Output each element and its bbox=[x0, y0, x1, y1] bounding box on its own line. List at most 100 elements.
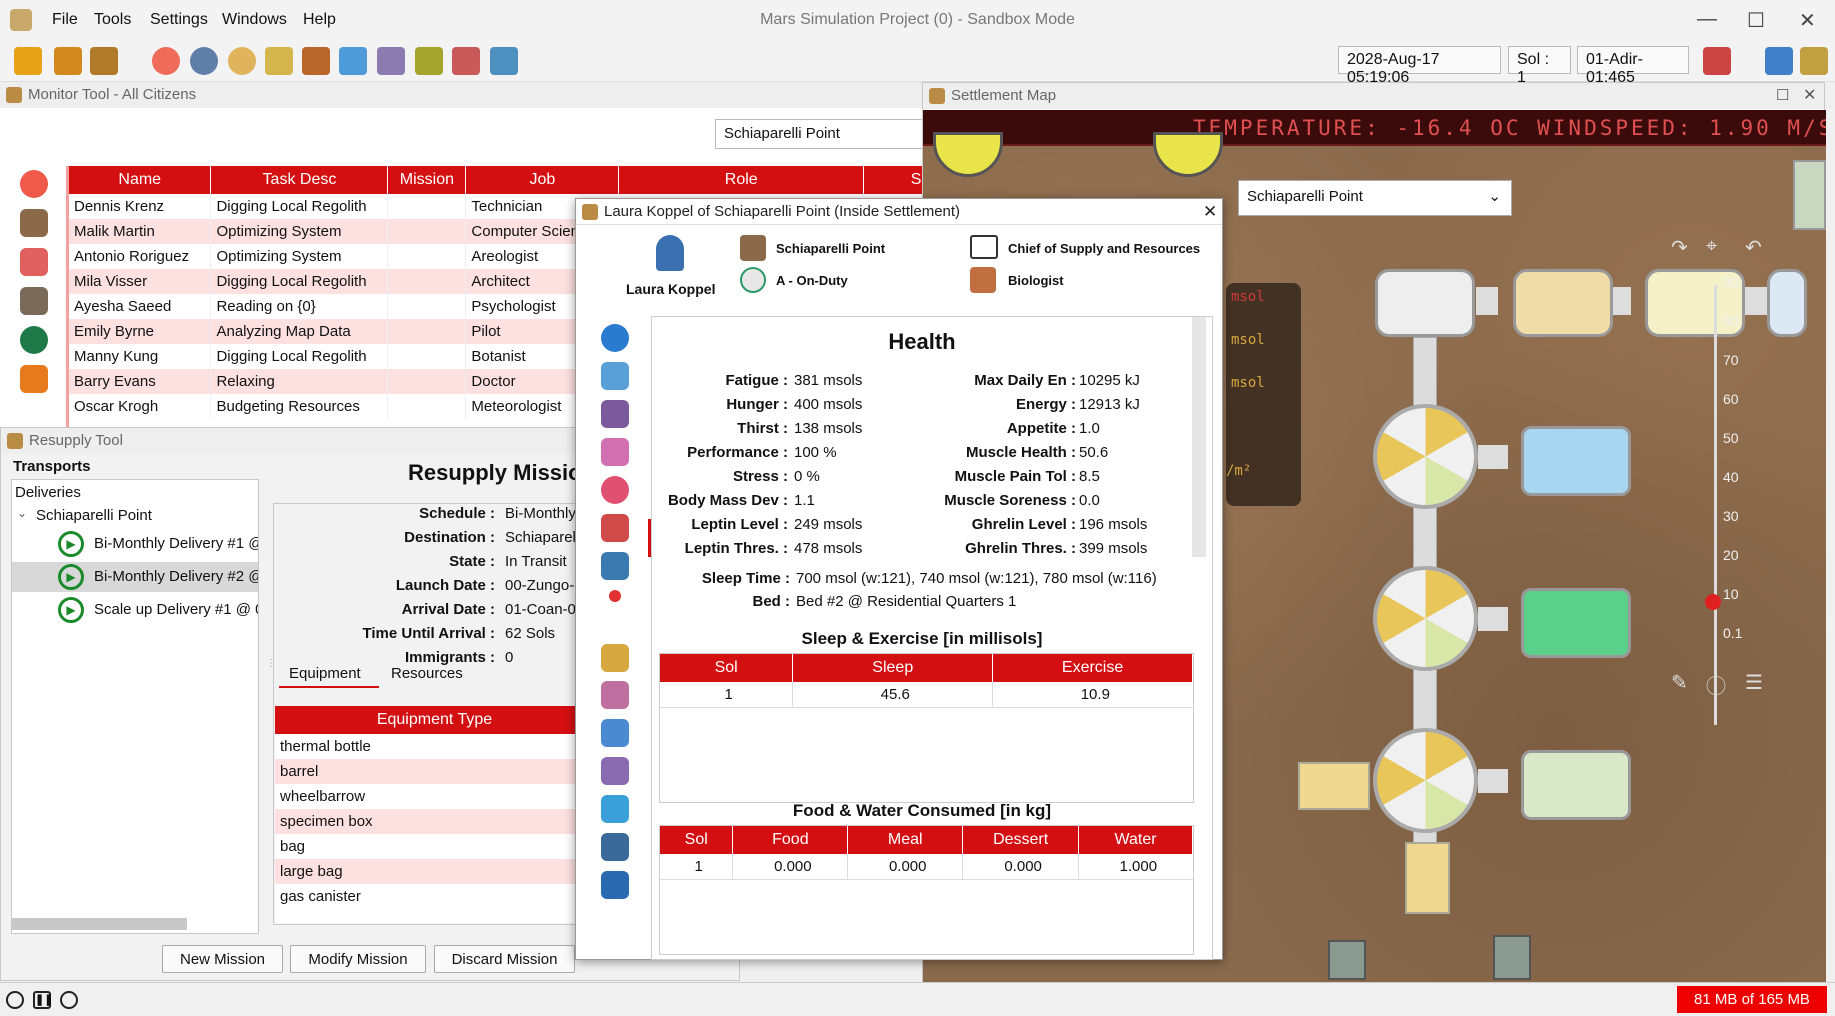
map-maximize-icon[interactable]: ☐ bbox=[1776, 86, 1789, 104]
equipment-row[interactable]: gas canister bbox=[275, 884, 577, 909]
building-tab-icon[interactable] bbox=[601, 871, 629, 899]
medical-tab-icon[interactable] bbox=[601, 514, 629, 542]
maximize-icon[interactable]: ☐ bbox=[1747, 8, 1765, 33]
zoom-slider-track[interactable] bbox=[1714, 285, 1717, 725]
tab-resources[interactable]: Resources bbox=[381, 660, 481, 688]
farm-module[interactable] bbox=[1521, 750, 1631, 820]
robot-tab-icon[interactable] bbox=[20, 287, 48, 315]
speed-down-icon[interactable] bbox=[6, 991, 24, 1009]
equipment-row[interactable]: thermal bottle bbox=[275, 734, 577, 759]
col-meal[interactable]: Meal bbox=[847, 826, 964, 854]
building[interactable] bbox=[1513, 269, 1613, 337]
settlement-tab-icon[interactable] bbox=[20, 209, 48, 237]
mars-tab-icon[interactable] bbox=[20, 170, 48, 198]
col-exercise[interactable]: Exercise bbox=[992, 654, 1193, 682]
equipment-row[interactable]: specimen box bbox=[275, 809, 577, 834]
health-scrollbar[interactable] bbox=[1192, 317, 1206, 557]
table-row[interactable]: 1 0.000 0.000 0.000 1.000 bbox=[660, 854, 1193, 880]
attributes-tab-icon[interactable] bbox=[601, 400, 629, 428]
skills-tab-icon[interactable] bbox=[601, 552, 629, 580]
commander-icon[interactable] bbox=[452, 47, 480, 75]
save-as-icon[interactable] bbox=[54, 47, 82, 75]
info-icon[interactable]: ⓘ bbox=[1706, 670, 1726, 699]
col-name[interactable]: Name bbox=[69, 166, 212, 194]
col-s[interactable]: S bbox=[863, 166, 925, 194]
col-task[interactable]: Task Desc bbox=[210, 166, 389, 194]
tree-expand-icon[interactable]: ⌄ bbox=[17, 506, 27, 520]
person-close-icon[interactable]: ✕ bbox=[1203, 202, 1217, 222]
greenhouse-module[interactable] bbox=[1521, 588, 1631, 658]
new-mission-button[interactable]: New Mission bbox=[162, 945, 283, 973]
exit-icon[interactable] bbox=[90, 47, 118, 75]
delivery-item[interactable]: ▶ Scale up Delivery #1 @ 0 bbox=[12, 595, 258, 625]
info-tab-icon[interactable] bbox=[601, 324, 629, 352]
building[interactable] bbox=[1767, 269, 1807, 337]
activity-tab-icon[interactable] bbox=[601, 438, 629, 466]
resupply-icon[interactable] bbox=[415, 47, 443, 75]
rotate-left-icon[interactable]: ↶ bbox=[1745, 235, 1762, 260]
col-dessert[interactable]: Dessert bbox=[962, 826, 1080, 854]
search-icon[interactable] bbox=[190, 47, 218, 75]
equipment-row[interactable]: large bag bbox=[275, 859, 577, 884]
notes-tab-icon[interactable] bbox=[601, 644, 629, 672]
zoom-slider-thumb[interactable] bbox=[1705, 594, 1721, 610]
speed-up-icon[interactable] bbox=[60, 991, 78, 1009]
col-role[interactable]: Role bbox=[618, 166, 865, 194]
save-icon[interactable] bbox=[14, 47, 42, 75]
modify-mission-button[interactable]: Modify Mission bbox=[290, 945, 426, 973]
calendar-tab-icon[interactable] bbox=[601, 719, 629, 747]
storage-module[interactable] bbox=[1405, 842, 1450, 914]
residential-hab[interactable] bbox=[1373, 404, 1478, 509]
table-row[interactable]: 1 45.6 10.9 bbox=[660, 682, 1193, 708]
layers-icon[interactable]: ☰ bbox=[1745, 670, 1763, 695]
equipment-row[interactable]: wheelbarrow bbox=[275, 784, 577, 809]
person-settlement[interactable]: Schiaparelli Point bbox=[776, 241, 885, 256]
building[interactable] bbox=[1793, 160, 1826, 230]
mars-globe-icon[interactable] bbox=[152, 47, 180, 75]
tab-equipment[interactable]: Equipment bbox=[279, 660, 379, 688]
col-food[interactable]: Food bbox=[732, 826, 849, 854]
col-mission[interactable]: Mission bbox=[387, 166, 467, 194]
rotate-right-icon[interactable]: ↷ bbox=[1671, 235, 1688, 260]
col-sleep[interactable]: Sleep bbox=[792, 654, 994, 682]
calendar-icon[interactable] bbox=[1703, 47, 1731, 75]
equipment-row[interactable]: bag bbox=[275, 834, 577, 859]
col-equipment-type[interactable]: Equipment Type bbox=[275, 706, 577, 734]
science-icon[interactable] bbox=[377, 47, 405, 75]
equipment-row[interactable]: barrel bbox=[275, 759, 577, 784]
social-tab-icon[interactable] bbox=[601, 833, 629, 861]
tree-settlement[interactable]: Schiaparelli Point bbox=[36, 507, 152, 524]
guide-icon[interactable] bbox=[1765, 47, 1793, 75]
schedule-tab-icon[interactable] bbox=[601, 362, 629, 390]
clock-icon[interactable] bbox=[228, 47, 256, 75]
building-tab-icon[interactable] bbox=[20, 326, 48, 354]
food-tab-icon[interactable] bbox=[20, 365, 48, 393]
monitor-settlement-select[interactable]: Schiaparelli Point bbox=[715, 119, 925, 149]
minimize-icon[interactable]: — bbox=[1697, 8, 1717, 31]
map-settlement-select[interactable]: Schiaparelli Point ⌄ bbox=[1238, 180, 1512, 216]
discard-mission-button[interactable]: Discard Mission bbox=[434, 945, 575, 973]
col-water[interactable]: Water bbox=[1078, 826, 1193, 854]
mind-tab-icon[interactable] bbox=[601, 757, 629, 785]
rover-icon[interactable] bbox=[1328, 940, 1366, 980]
telescope-icon[interactable] bbox=[490, 47, 518, 75]
people-tab-icon[interactable] bbox=[20, 248, 48, 276]
edit-icon[interactable]: ✎ bbox=[1671, 670, 1688, 695]
map-close-icon[interactable]: ✕ bbox=[1803, 85, 1816, 105]
residential-hab[interactable] bbox=[1373, 566, 1478, 671]
col-sol[interactable]: Sol bbox=[660, 654, 794, 682]
delivery-item[interactable]: ▶ Bi-Monthly Delivery #1 @ bbox=[12, 529, 258, 559]
tree-scrollbar[interactable] bbox=[12, 918, 187, 930]
building[interactable] bbox=[1375, 269, 1475, 337]
training-tab-icon[interactable] bbox=[601, 795, 629, 823]
monitor-table-icon[interactable] bbox=[265, 47, 293, 75]
col-sol[interactable]: Sol bbox=[660, 826, 734, 854]
close-icon[interactable]: ✕ bbox=[1799, 8, 1816, 33]
rover-icon[interactable] bbox=[1493, 935, 1531, 980]
wiki-icon[interactable] bbox=[1800, 47, 1828, 75]
briefcase-icon[interactable] bbox=[302, 47, 330, 75]
pause-icon[interactable]: ❚❚ bbox=[33, 991, 53, 1009]
personality-tab-icon[interactable] bbox=[601, 681, 629, 709]
health-tab-icon[interactable] bbox=[601, 476, 629, 504]
storage-module[interactable] bbox=[1298, 762, 1370, 810]
